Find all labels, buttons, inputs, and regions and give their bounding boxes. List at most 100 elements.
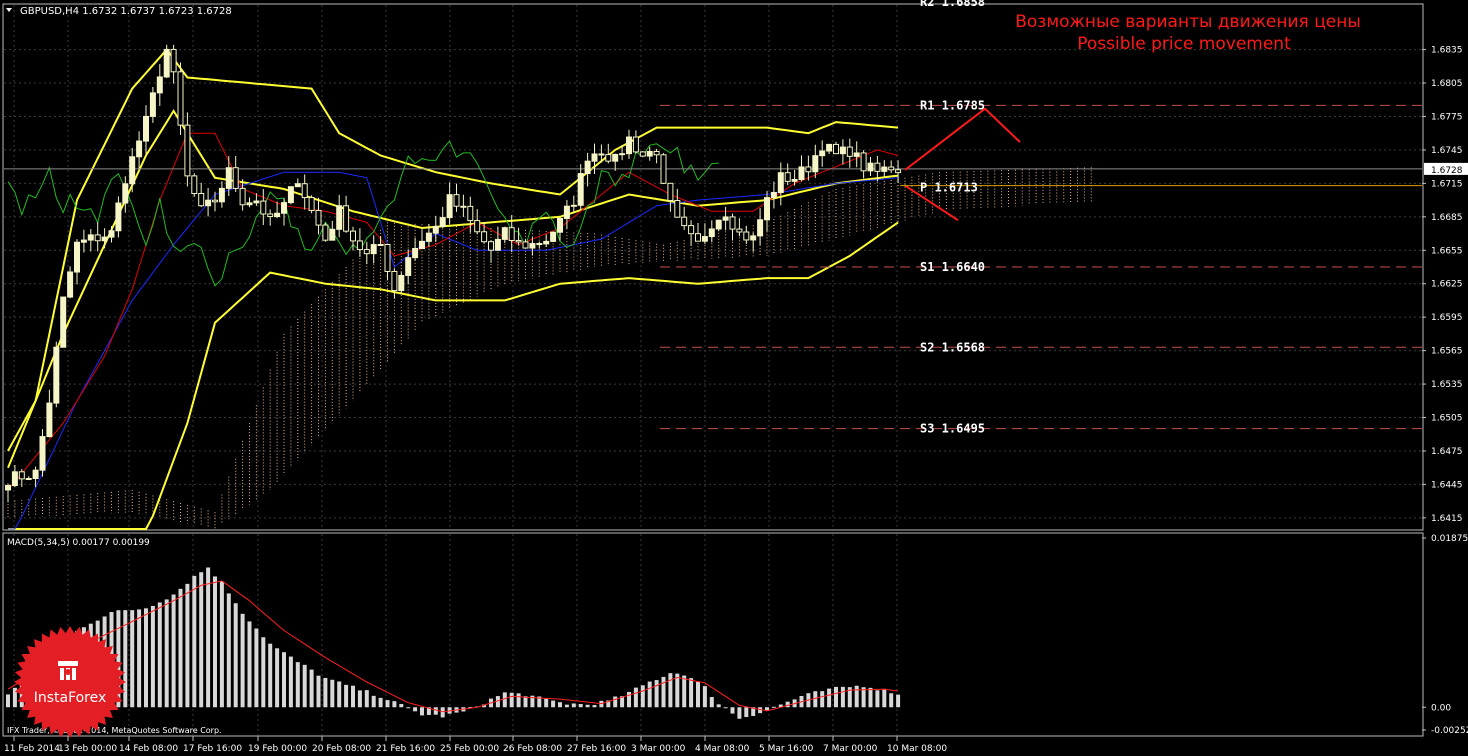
candle-body — [494, 238, 501, 251]
x-tick-label: 10 Mar 08:00 — [887, 744, 947, 754]
chart-menu-arrow-icon[interactable] — [6, 8, 12, 12]
macd-bar — [827, 688, 832, 708]
candle-body — [212, 199, 218, 203]
macd-bar — [171, 594, 176, 708]
candle-body — [25, 478, 32, 481]
candle-body — [260, 200, 267, 215]
candle-body — [18, 471, 25, 480]
candle-body — [294, 183, 301, 188]
macd-bar — [882, 688, 887, 708]
candle-body — [253, 200, 260, 204]
candle-body — [74, 241, 80, 273]
macd-bar — [730, 707, 735, 714]
macd-bar — [199, 572, 204, 708]
y-tick-label: 1.6595 — [1431, 313, 1463, 323]
candle-body — [481, 231, 488, 243]
candle-body — [5, 485, 11, 491]
macd-bar — [282, 652, 286, 708]
candle-body — [405, 257, 412, 276]
macd-bar — [344, 684, 349, 708]
y-tick-label: 1.6655 — [1431, 246, 1463, 256]
candle-body — [274, 212, 281, 218]
macd-bar — [854, 685, 859, 708]
macd-label: MACD(5,34,5) 0.00177 0.00199 — [7, 538, 150, 548]
price-chart[interactable]: R1 1.6785 P 1.6713 S1 1.6640 S2 1.6568 S3 1.… — [0, 0, 1468, 756]
macd-bar — [364, 690, 369, 708]
y-tick-label: 1.6475 — [1431, 447, 1463, 457]
macd-bar — [578, 703, 583, 708]
instaforex-logo: InstaForex — [14, 626, 126, 738]
candle-body — [60, 296, 67, 348]
macd-bar — [875, 690, 880, 708]
candle-body — [218, 187, 225, 203]
bollinger-lower — [8, 221, 899, 530]
candle-body — [557, 217, 563, 233]
macd-bar — [302, 664, 307, 708]
candle-body — [626, 136, 632, 155]
y-tick-label: 1.6775 — [1431, 112, 1463, 122]
candle-body — [136, 140, 143, 158]
candle-body — [881, 166, 888, 172]
candle-body — [584, 160, 591, 175]
candle-body — [315, 209, 322, 226]
candle-body — [129, 156, 136, 185]
candle-body — [708, 228, 715, 238]
x-tick-label: 7 Mar 00:00 — [823, 744, 878, 754]
macd-bar — [157, 602, 162, 708]
x-tick-label: 14 Feb 08:00 — [119, 744, 178, 754]
candle-body — [391, 270, 398, 292]
candle-body — [612, 153, 619, 162]
candle-body — [343, 205, 350, 232]
macd-bar — [351, 685, 355, 708]
macd-bar — [178, 588, 183, 708]
macd-bar — [682, 675, 687, 708]
candle-body — [53, 346, 60, 404]
logo-text: InstaForex — [34, 690, 107, 706]
macd-bar — [716, 704, 721, 708]
candle-body — [184, 124, 191, 177]
x-tick-label: 5 Mar 16:00 — [759, 744, 814, 754]
macd-bar — [233, 603, 238, 708]
macd-bar — [378, 697, 383, 708]
candle-body — [467, 205, 474, 222]
candle-body — [598, 153, 605, 156]
candle-body — [419, 240, 425, 250]
candle-body — [770, 191, 777, 199]
candle-body — [743, 231, 750, 241]
candle-body — [287, 186, 294, 204]
macd-bar — [654, 680, 659, 708]
y-tick-label: 1.6565 — [1431, 347, 1463, 357]
macd-bar — [219, 581, 224, 708]
candle-body — [191, 175, 198, 194]
candle-body — [122, 183, 129, 204]
y-tick-label: 1.6415 — [1431, 514, 1463, 524]
macd-bar — [523, 696, 528, 708]
copyright-text: IFX Trader, © 2001-2014, MetaQuotes Soft… — [7, 726, 222, 735]
macd-bar — [406, 707, 411, 709]
candle-body — [681, 216, 688, 227]
candle-body — [515, 240, 522, 243]
candle-body — [267, 213, 274, 218]
candle-body — [729, 216, 736, 230]
macd-bar — [357, 690, 362, 708]
y-tick-label: 1.6685 — [1431, 213, 1463, 223]
candle-body — [563, 205, 570, 219]
candle-body — [432, 225, 439, 234]
candle-body — [301, 183, 308, 199]
macd-bar — [737, 707, 742, 719]
candle-body — [667, 182, 674, 202]
candle-body — [853, 152, 860, 157]
logo-mark-icon — [58, 661, 78, 680]
candle-body — [619, 153, 626, 156]
macd-bar — [868, 687, 873, 708]
y-tick-label: 1.6805 — [1431, 79, 1463, 89]
macd-bar — [144, 608, 148, 708]
tenkan-line — [7, 132, 899, 491]
candle-body — [412, 248, 419, 259]
macd-bar — [130, 610, 135, 708]
candle-body — [508, 227, 515, 242]
candle-body — [460, 205, 467, 208]
candle-body — [750, 235, 757, 241]
candle-body — [812, 155, 819, 173]
candle-body — [46, 402, 53, 438]
